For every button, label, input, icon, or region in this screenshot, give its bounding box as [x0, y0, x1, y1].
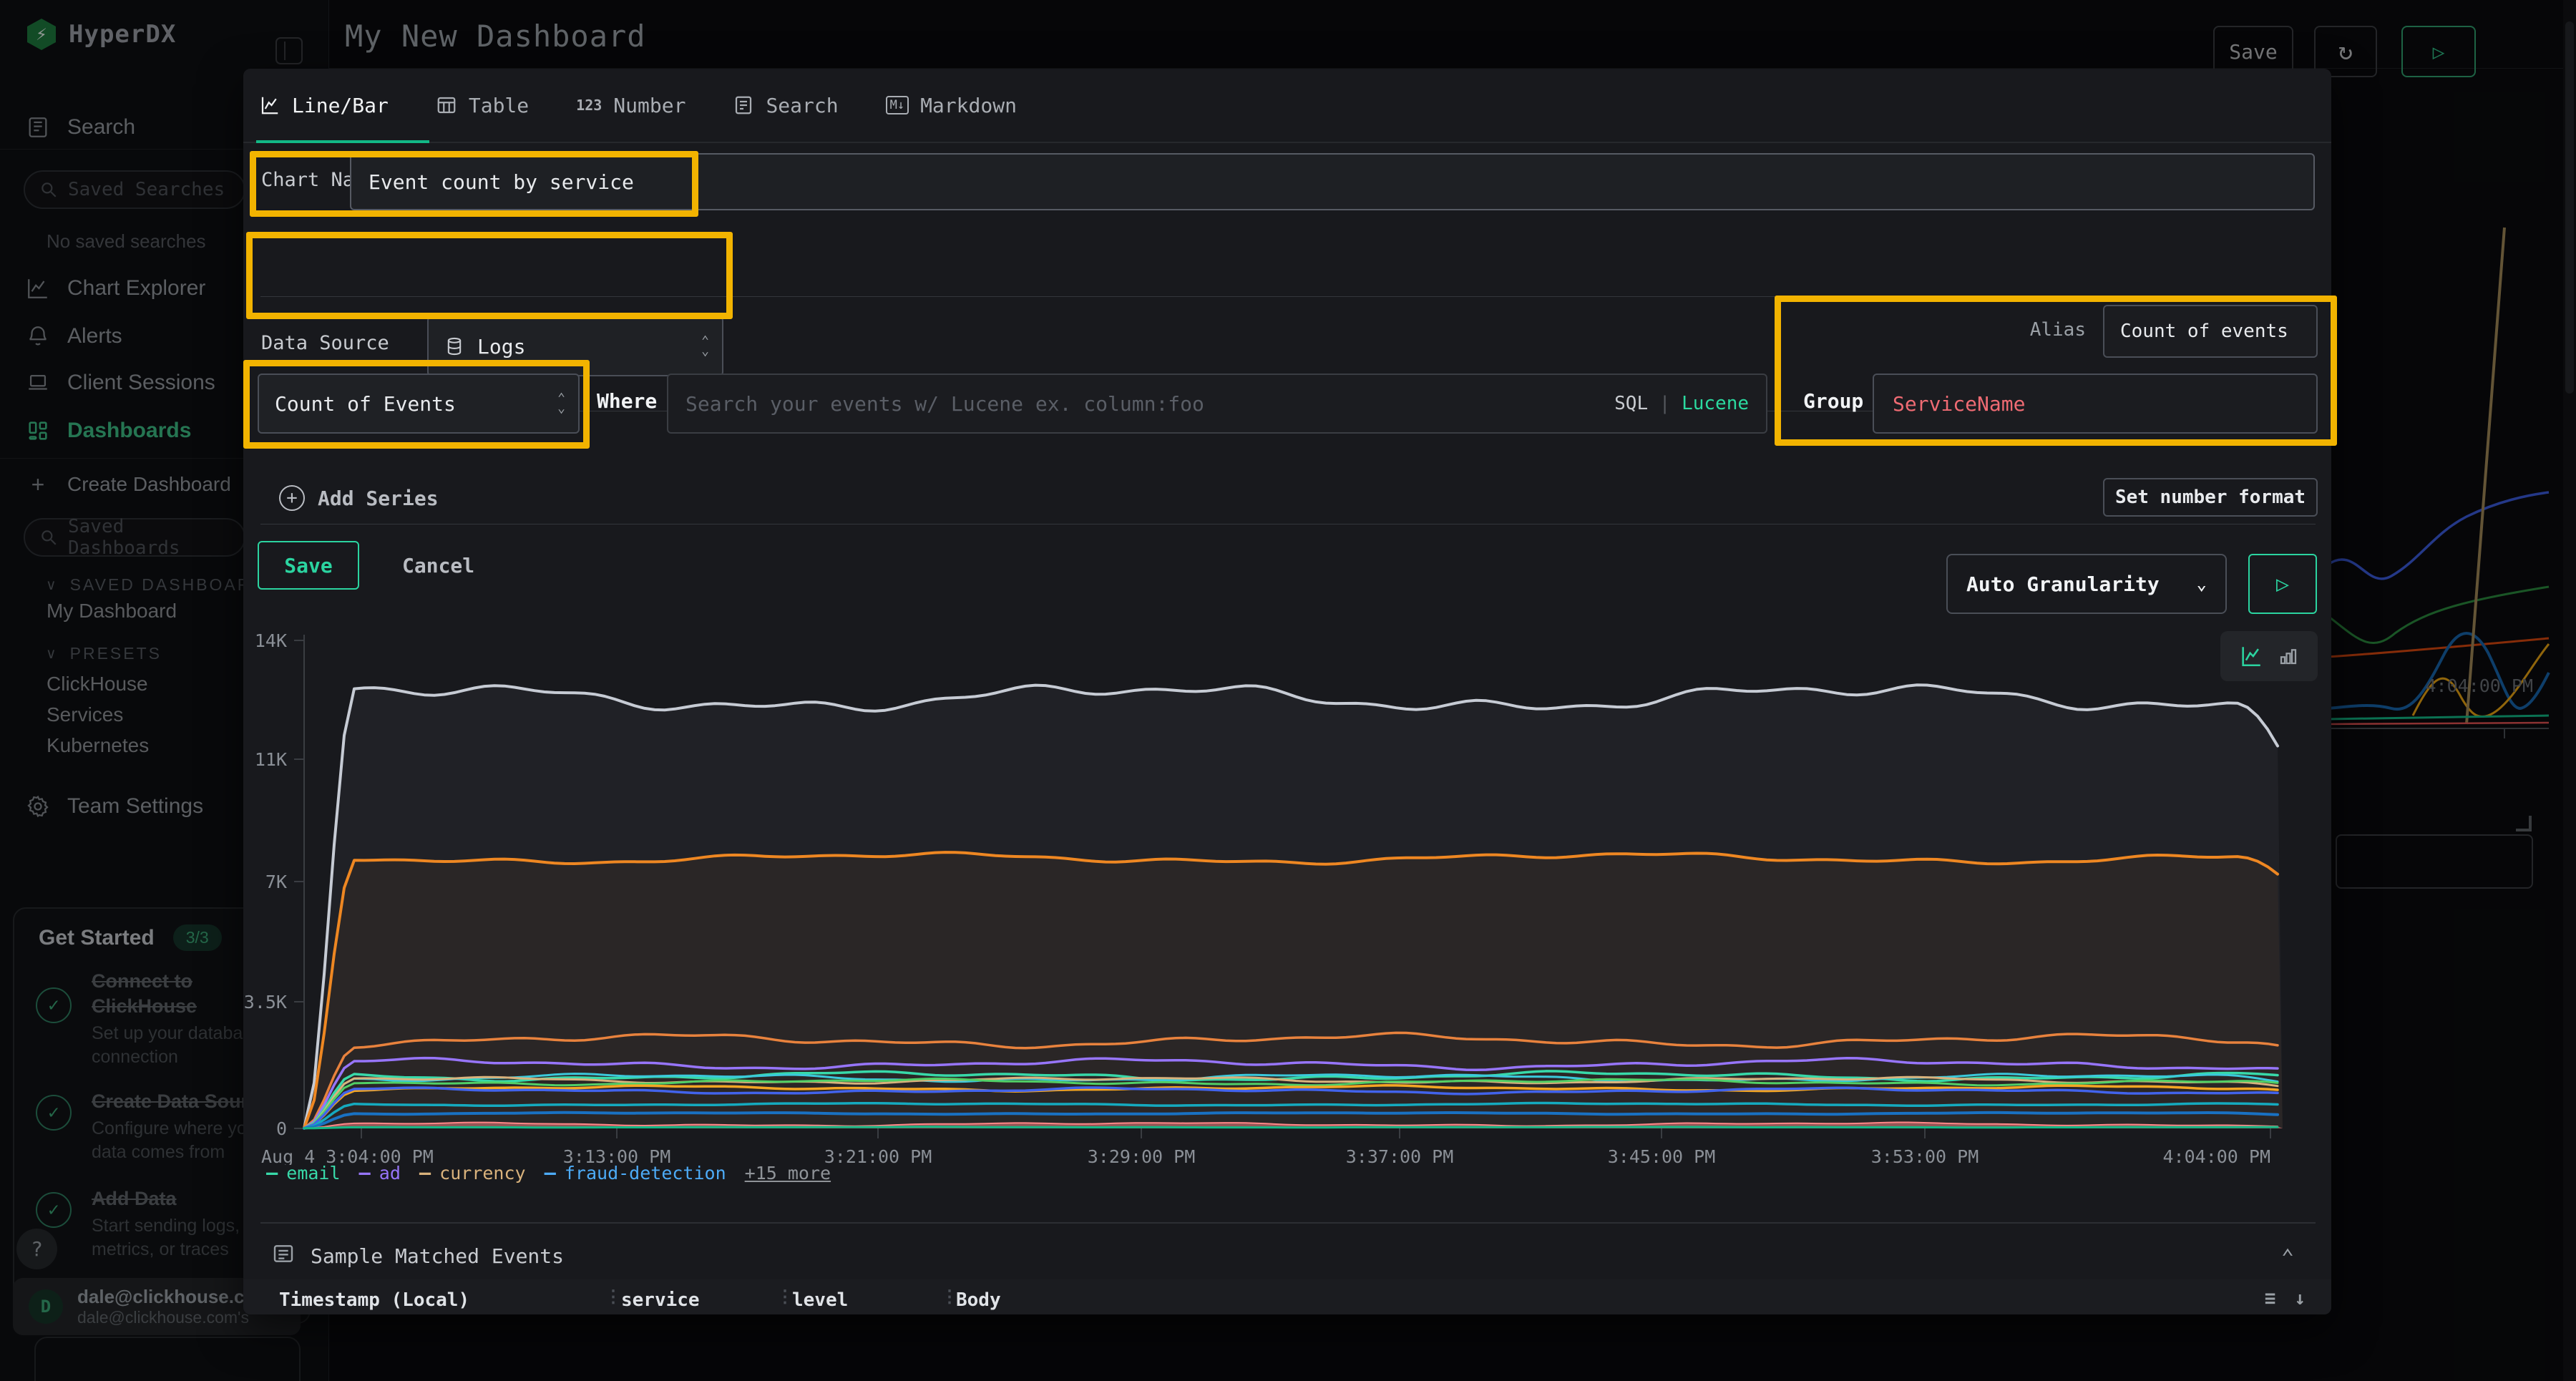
- set-number-format-button[interactable]: Set number format: [2103, 478, 2318, 517]
- granularity-value: Auto Granularity: [1966, 572, 2160, 596]
- collapse-section-icon[interactable]: ⌃: [2281, 1245, 2294, 1270]
- table-icon: [436, 94, 457, 116]
- tab-label: Search: [766, 94, 838, 117]
- svg-text:3.5K: 3.5K: [244, 992, 287, 1012]
- legend-item[interactable]: ad: [379, 1163, 401, 1184]
- line-chart-icon: [259, 94, 280, 116]
- number-123-icon: 123: [576, 97, 602, 114]
- highlight-box-aggregation: [243, 360, 590, 449]
- add-series-label: Add Series: [318, 487, 439, 510]
- sql-option[interactable]: SQL: [1614, 393, 1648, 414]
- chevron-down-icon: ⌄: [2197, 574, 2207, 594]
- legend-item[interactable]: fraud-detection: [565, 1163, 726, 1184]
- svg-text:7K: 7K: [265, 872, 287, 892]
- tab-table[interactable]: Table: [436, 94, 529, 117]
- save-label: Save: [284, 554, 332, 577]
- where-placeholder: Search your events w/ Lucene ex. column:…: [686, 392, 1614, 416]
- data-source-label: Data Source: [261, 332, 389, 354]
- highlight-box-data-source: [246, 232, 733, 319]
- cancel-label: Cancel: [402, 554, 474, 577]
- active-tab-underline: [256, 140, 429, 143]
- timeseries-chart[interactable]: 14K11K7K3.5K0Aug 4 3:04:00 PM3:13:00 PM3…: [243, 620, 2331, 1165]
- legend-swatch: —: [545, 1162, 556, 1184]
- sample-matched-events-header[interactable]: Sample Matched Events: [272, 1242, 564, 1270]
- sort-icon[interactable]: ≡: [2265, 1288, 2276, 1309]
- tab-markdown[interactable]: M↓ Markdown: [886, 94, 1017, 117]
- tab-label: Line/Bar: [292, 94, 389, 117]
- where-label: Where: [597, 389, 657, 413]
- svg-text:3:21:00 PM: 3:21:00 PM: [824, 1146, 932, 1165]
- legend-more-link[interactable]: +15 more: [745, 1163, 831, 1184]
- chart-type-tabs: Line/Bar Table 123 Number Search M↓ Ma: [243, 69, 2331, 143]
- hyperdx-app: ⚡ HyperDX Search Saved Searches No saved…: [0, 0, 2576, 1381]
- tab-label: Table: [469, 94, 529, 117]
- column-header-level[interactable]: level: [792, 1289, 848, 1311]
- svg-text:3:29:00 PM: 3:29:00 PM: [1088, 1146, 1196, 1165]
- legend-item[interactable]: email: [286, 1163, 340, 1184]
- svg-text:3:37:00 PM: 3:37:00 PM: [1346, 1146, 1454, 1165]
- markdown-icon: M↓: [886, 96, 909, 114]
- svg-text:3:53:00 PM: 3:53:00 PM: [1871, 1146, 1979, 1165]
- tab-label: Number: [613, 94, 686, 117]
- column-separator[interactable]: ⋮: [776, 1287, 794, 1307]
- events-table-header: Timestamp (Local) ⋮ service ⋮ level ⋮ Bo…: [243, 1279, 2331, 1314]
- svg-text:0: 0: [276, 1118, 287, 1139]
- svg-text:4:04:00 PM: 4:04:00 PM: [2162, 1146, 2270, 1165]
- svg-text:14K: 14K: [255, 630, 287, 651]
- svg-text:3:45:00 PM: 3:45:00 PM: [1608, 1146, 1716, 1165]
- add-series-button[interactable]: + Add Series: [279, 485, 439, 511]
- column-header-service[interactable]: service: [621, 1289, 700, 1311]
- select-chevrons-icon: ⌃⌄: [701, 336, 709, 357]
- tab-number[interactable]: 123 Number: [576, 94, 686, 117]
- legend-swatch: —: [266, 1162, 278, 1184]
- sample-events-title: Sample Matched Events: [311, 1244, 564, 1268]
- legend-swatch: —: [419, 1162, 431, 1184]
- list-icon: [272, 1242, 295, 1270]
- play-icon: ▷: [2276, 572, 2289, 597]
- query-language-toggle[interactable]: SQL | Lucene: [1614, 393, 1749, 414]
- data-source-value: Logs: [477, 335, 525, 358]
- tab-search[interactable]: Search: [733, 94, 838, 117]
- tab-line-bar[interactable]: Line/Bar: [259, 94, 389, 117]
- divider: [260, 1222, 2316, 1224]
- download-icon[interactable]: ↓: [2294, 1288, 2306, 1309]
- run-query-button[interactable]: ▷: [2248, 554, 2317, 614]
- lucene-option[interactable]: Lucene: [1682, 393, 1749, 414]
- plus-circle-icon: +: [279, 485, 305, 511]
- database-icon: [444, 336, 464, 356]
- highlight-box-group-by: [1775, 296, 2337, 446]
- svg-text:11K: 11K: [255, 749, 287, 770]
- column-header-timestamp[interactable]: Timestamp (Local): [279, 1289, 469, 1311]
- column-separator[interactable]: ⋮: [605, 1287, 622, 1307]
- legend-swatch: —: [359, 1162, 371, 1184]
- highlight-box-chart-name: [250, 151, 698, 217]
- granularity-select[interactable]: Auto Granularity ⌄: [1946, 554, 2227, 614]
- where-search-input[interactable]: Search your events w/ Lucene ex. column:…: [667, 374, 1767, 434]
- column-header-body[interactable]: Body: [956, 1289, 1001, 1311]
- cancel-button[interactable]: Cancel: [402, 554, 474, 577]
- document-icon: [733, 94, 754, 116]
- tab-label: Markdown: [920, 94, 1017, 117]
- set-number-format-label: Set number format: [2115, 487, 2306, 508]
- legend-item[interactable]: currency: [439, 1163, 525, 1184]
- chart-legend: — email — ad — currency — fraud-detectio…: [266, 1162, 831, 1184]
- save-button[interactable]: Save: [258, 541, 359, 590]
